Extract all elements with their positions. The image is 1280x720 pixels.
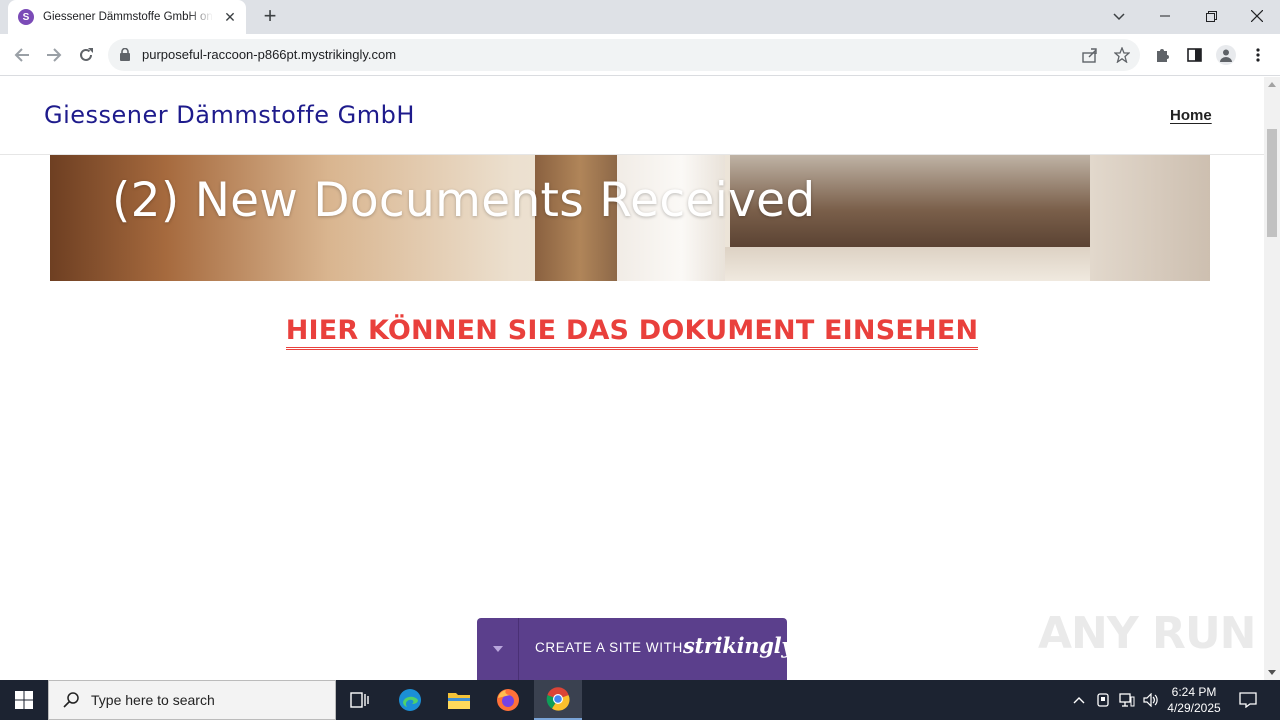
view-document-link[interactable]: HIER KÖNNEN SIE DAS DOKUMENT EINSEHEN: [285, 315, 979, 350]
clock-date: 4/29/2025: [1167, 701, 1221, 715]
reload-icon: [80, 48, 93, 61]
tray-volume-button[interactable]: [1140, 680, 1162, 720]
speaker-icon: [1143, 693, 1158, 707]
start-button[interactable]: [0, 680, 48, 720]
chevron-up-icon: [1073, 697, 1085, 704]
strikingly-favicon-icon: S: [18, 9, 34, 25]
tab-search-button[interactable]: [1108, 6, 1130, 28]
close-tab-icon[interactable]: ✕: [222, 9, 238, 25]
tab-strip: S Giessener Dämmstoffe GmbH on Strikingl…: [0, 0, 1280, 34]
taskbar-edge[interactable]: [386, 680, 434, 720]
taskbar-chrome[interactable]: [534, 680, 582, 720]
puzzle-icon: [1157, 49, 1169, 62]
chrome-menu-button[interactable]: [1248, 45, 1268, 65]
taskbar-clock[interactable]: 6:24 PM 4/29/2025: [1160, 684, 1228, 716]
document-link-container: HIER KÖNNEN SIE DAS DOKUMENT EINSEHEN: [0, 315, 1264, 350]
person-icon: [1220, 49, 1232, 62]
restore-button[interactable]: [1188, 0, 1234, 32]
side-panel-button[interactable]: [1184, 45, 1204, 65]
hero-banner: (2) New Documents Received: [50, 155, 1210, 281]
device-icon: [1097, 693, 1109, 707]
chevron-down-icon: [1113, 13, 1125, 21]
extensions-button[interactable]: [1152, 45, 1172, 65]
task-view-icon: [350, 692, 369, 708]
minimize-button[interactable]: [1142, 0, 1188, 32]
reload-button[interactable]: [74, 43, 98, 67]
new-tab-button[interactable]: +: [258, 5, 282, 29]
url-text: purposeful-raccoon-p866pt.mystrikingly.c…: [142, 47, 397, 62]
search-placeholder: Type here to search: [91, 692, 215, 708]
search-icon: [63, 692, 79, 708]
hero-heading: (2) New Documents Received: [112, 173, 816, 228]
share-button[interactable]: [1080, 45, 1100, 65]
side-panel-icon: [1186, 48, 1202, 62]
profile-avatar[interactable]: [1216, 45, 1236, 65]
arrow-left-icon: [14, 48, 29, 62]
site-header: Giessener Dämmstoffe GmbH Home: [0, 77, 1264, 155]
site-title[interactable]: Giessener Dämmstoffe GmbH: [44, 101, 415, 129]
forward-button[interactable]: [42, 43, 66, 67]
lock-icon: [120, 48, 130, 61]
network-icon: [1119, 693, 1135, 707]
browser-tab[interactable]: S Giessener Dämmstoffe GmbH on Strikingl…: [8, 0, 246, 34]
kebab-menu-icon: [1256, 48, 1260, 62]
share-icon: [1082, 48, 1097, 63]
close-icon: [1251, 10, 1263, 22]
scroll-up-arrow-icon[interactable]: [1268, 82, 1276, 87]
tab-title: Giessener Dämmstoffe GmbH on Strikingly: [43, 11, 213, 23]
promo-text: CREATE A SITE WITH: [535, 640, 683, 655]
promo-collapse-button[interactable]: [477, 618, 519, 680]
strikingly-logo: strikingly: [683, 633, 794, 658]
close-window-button[interactable]: [1234, 0, 1280, 32]
taskbar-firefox[interactable]: [484, 680, 532, 720]
folder-icon: [448, 693, 470, 709]
taskbar-file-explorer[interactable]: [435, 680, 483, 720]
page-viewport: (2) New Documents Received Giessener Däm…: [0, 77, 1264, 680]
minimize-icon: [1160, 15, 1170, 17]
hero-frame-shape: [1090, 155, 1210, 281]
scroll-down-arrow-icon[interactable]: [1268, 670, 1276, 675]
chrome-icon: [546, 687, 570, 711]
taskbar-search-box[interactable]: Type here to search: [48, 680, 336, 720]
caret-down-icon: [492, 646, 503, 652]
anyrun-watermark: ANY RUN: [1038, 608, 1256, 659]
tray-overflow-button[interactable]: [1068, 680, 1090, 720]
notification-center-button[interactable]: [1234, 680, 1262, 720]
page-scrollbar[interactable]: [1264, 77, 1280, 680]
browser-toolbar: purposeful-raccoon-p866pt.mystrikingly.c…: [0, 34, 1280, 76]
edge-icon: [399, 689, 421, 711]
scroll-thumb[interactable]: [1267, 129, 1277, 237]
clock-time: 6:24 PM: [1171, 685, 1217, 699]
star-icon: [1114, 47, 1130, 63]
nav-home-link[interactable]: Home: [1170, 107, 1212, 124]
strikingly-promo-bar[interactable]: CREATE A SITE WITH strikingly: [477, 618, 794, 680]
bookmark-star-button[interactable]: [1112, 45, 1132, 65]
restore-icon: [1205, 10, 1217, 22]
tray-device-button[interactable]: [1093, 680, 1113, 720]
address-bar[interactable]: purposeful-raccoon-p866pt.mystrikingly.c…: [108, 39, 1140, 71]
firefox-icon: [497, 689, 519, 711]
notification-icon: [1239, 692, 1257, 708]
windows-logo-icon: [15, 691, 33, 709]
task-view-button[interactable]: [336, 680, 384, 720]
arrow-right-icon: [47, 48, 62, 62]
windows-taskbar: Type here to search 6:24 PM 4/29/2025: [0, 680, 1280, 720]
back-button[interactable]: [10, 43, 34, 67]
tray-network-button[interactable]: [1116, 680, 1138, 720]
